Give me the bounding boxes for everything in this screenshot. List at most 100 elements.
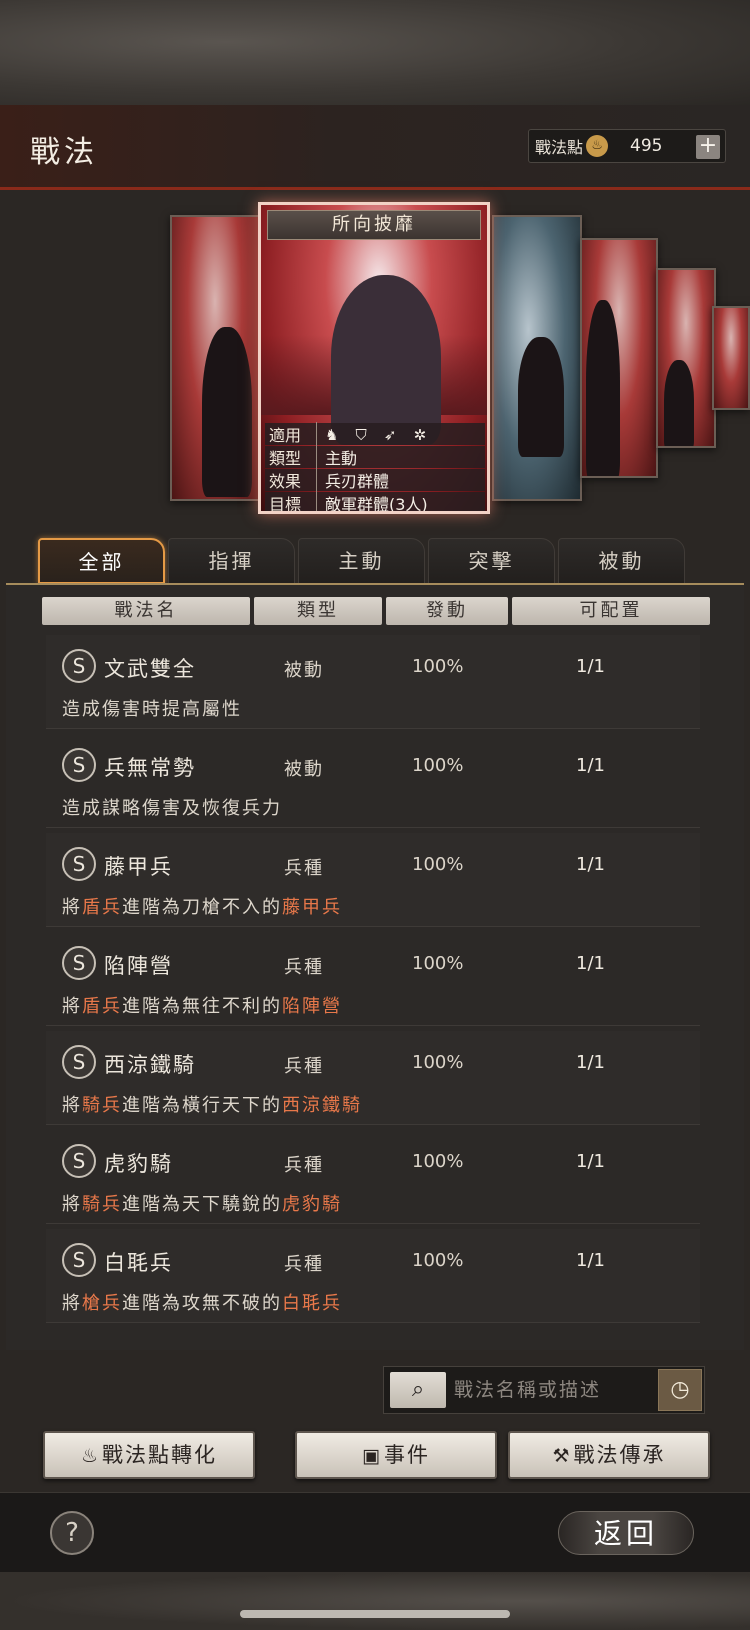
home-indicator[interactable] xyxy=(240,1610,510,1618)
bow-icon: ➶ xyxy=(383,425,397,444)
bottom-bar: ? 返回 xyxy=(0,1492,750,1572)
desc-text: 進階為無往不利的 xyxy=(122,996,282,1017)
grade-s-icon: S xyxy=(62,946,96,980)
cavalry-icon: ♞ xyxy=(325,425,339,444)
tactic-description: 造成謀略傷害及恢復兵力 xyxy=(62,794,282,820)
add-points-button[interactable]: + xyxy=(696,135,720,159)
tactic-trigger-rate: 100% xyxy=(412,1250,464,1271)
inherit-tactic-button[interactable]: ⚒戰法傳承 xyxy=(508,1431,710,1479)
tactic-card-left[interactable] xyxy=(170,215,260,501)
search-input[interactable] xyxy=(454,1373,644,1407)
desc-text: 將 xyxy=(62,1194,82,1215)
tactic-card-right-3[interactable] xyxy=(656,268,716,448)
info-row-type: 類型 主動 xyxy=(265,445,485,469)
tactic-row[interactable]: S 陷陣營 兵種 100% 1/1 將盾兵進階為無往不利的陷陣營 xyxy=(46,932,700,1026)
tactic-trigger-rate: 100% xyxy=(412,854,464,875)
tactic-trigger-rate: 100% xyxy=(412,656,464,677)
tactic-list-panel: 戰法名 類型 發動 可配置 S 文武雙全 被動 100% 1/1 造成傷害時提高屬性 S 兵無… xyxy=(6,585,744,1350)
tactic-name: 虎豹騎 xyxy=(104,1152,173,1176)
tactic-name: 文武雙全 xyxy=(104,657,196,681)
clock-icon[interactable]: ◷ xyxy=(658,1369,702,1411)
col-header-type[interactable]: 類型 xyxy=(254,597,382,625)
card-title: 所向披靡 xyxy=(267,210,481,240)
tab-assault[interactable]: 突擊 xyxy=(428,538,555,584)
grade-s-icon: S xyxy=(62,1045,96,1079)
desc-text: 造成謀略傷害及恢復兵力 xyxy=(62,798,282,819)
tactic-row[interactable]: S 兵無常勢 被動 100% 1/1 造成謀略傷害及恢復兵力 xyxy=(46,734,700,828)
tactic-description: 將槍兵進階為攻無不破的白毦兵 xyxy=(62,1289,342,1315)
desc-text: 將 xyxy=(62,1095,82,1116)
tactic-name: 陷陣營 xyxy=(104,954,173,978)
back-button[interactable]: 返回 xyxy=(558,1511,694,1555)
tactic-row[interactable]: S 文武雙全 被動 100% 1/1 造成傷害時提高屬性 xyxy=(46,635,700,729)
tactic-description: 將騎兵進階為橫行天下的西涼鐵騎 xyxy=(62,1091,362,1117)
desc-highlight: 陷陣營 xyxy=(282,996,342,1017)
tactic-card-right-2[interactable] xyxy=(580,238,658,478)
tactic-trigger-rate: 100% xyxy=(412,1151,464,1172)
magnifier-icon[interactable]: ⌕ xyxy=(390,1372,446,1408)
desc-text: 將 xyxy=(62,897,82,918)
desc-highlight: 盾兵 xyxy=(82,996,122,1017)
desc-text: 進階為攻無不破的 xyxy=(122,1293,282,1314)
help-button[interactable]: ? xyxy=(50,1511,94,1555)
points-value: 495 xyxy=(630,136,663,156)
grade-s-icon: S xyxy=(62,1243,96,1277)
desc-highlight: 藤甲兵 xyxy=(282,897,342,918)
header-bar: 戰法 戰法點 ♨ 495 + xyxy=(0,105,750,190)
spear-icon: ✲ xyxy=(413,425,427,444)
grade-s-icon: S xyxy=(62,748,96,782)
desc-text: 將 xyxy=(62,996,82,1017)
desc-text: 造成傷害時提高屬性 xyxy=(62,699,242,720)
tab-passive[interactable]: 被動 xyxy=(558,538,685,584)
tactic-type: 被動 xyxy=(284,660,324,681)
desc-highlight: 騎兵 xyxy=(82,1194,122,1215)
shield-icon: ⛉ xyxy=(355,425,367,444)
info-row-effect: 效果 兵刃群體 xyxy=(265,468,485,492)
tactic-type: 兵種 xyxy=(284,957,324,978)
tactic-slot-count: 1/1 xyxy=(576,656,605,677)
col-header-trigger[interactable]: 發動 xyxy=(386,597,508,625)
flame-icon: ♨ xyxy=(80,1445,101,1467)
tactic-card-right-4[interactable] xyxy=(712,306,750,410)
tab-all[interactable]: 全部 xyxy=(38,538,165,584)
tactic-slot-count: 1/1 xyxy=(576,1052,605,1073)
tactic-description: 將騎兵進階為天下驍銳的虎豹騎 xyxy=(62,1190,342,1216)
desc-highlight: 騎兵 xyxy=(82,1095,122,1116)
events-button[interactable]: ▣事件 xyxy=(295,1431,497,1479)
info-row-applicable: 適用 ♞ ⛉ ➶ ✲ xyxy=(265,422,485,446)
info-row-target: 目標 敵軍群體(3人) xyxy=(265,491,485,511)
tactic-name: 兵無常勢 xyxy=(104,756,196,780)
tactic-trigger-rate: 100% xyxy=(412,1052,464,1073)
tactic-description: 造成傷害時提高屬性 xyxy=(62,695,242,721)
tactic-row[interactable]: S 西涼鐵騎 兵種 100% 1/1 將騎兵進階為橫行天下的西涼鐵騎 xyxy=(46,1031,700,1125)
tactic-card-right-1[interactable] xyxy=(492,215,582,501)
tactic-description: 將盾兵進階為無往不利的陷陣營 xyxy=(62,992,342,1018)
tactic-type: 兵種 xyxy=(284,1155,324,1176)
event-icon: ▣ xyxy=(362,1445,382,1467)
tactic-row[interactable]: S 白毦兵 兵種 100% 1/1 將槍兵進階為攻無不破的白毦兵 xyxy=(46,1229,700,1323)
desc-text: 進階為天下驍銳的 xyxy=(122,1194,282,1215)
col-header-slot[interactable]: 可配置 xyxy=(512,597,710,625)
page-title: 戰法 xyxy=(30,135,98,170)
col-header-name[interactable]: 戰法名 xyxy=(42,597,250,625)
desc-highlight: 西涼鐵騎 xyxy=(282,1095,362,1116)
desc-highlight: 白毦兵 xyxy=(282,1293,342,1314)
tactic-name: 藤甲兵 xyxy=(104,855,173,879)
tactic-row[interactable]: S 虎豹騎 兵種 100% 1/1 將騎兵進階為天下驍銳的虎豹騎 xyxy=(46,1130,700,1224)
convert-points-button[interactable]: ♨戰法點轉化 xyxy=(43,1431,255,1479)
tactic-card-featured[interactable]: 所向披靡 適用 ♞ ⛉ ➶ ✲ 類型 主動 效果 兵刃群體 目標 敵軍群體(3人… xyxy=(258,202,490,514)
search-box: ⌕ ◷ xyxy=(383,1366,705,1414)
tactic-type: 被動 xyxy=(284,759,324,780)
top-decoration xyxy=(0,0,750,105)
desc-text: 進階為刀槍不入的 xyxy=(122,897,282,918)
grade-s-icon: S xyxy=(62,649,96,683)
tactic-row[interactable]: S 藤甲兵 兵種 100% 1/1 將盾兵進階為刀槍不入的藤甲兵 xyxy=(46,833,700,927)
tactic-type: 兵種 xyxy=(284,1254,324,1275)
tactic-type: 兵種 xyxy=(284,858,324,879)
tactic-name: 西涼鐵騎 xyxy=(104,1053,196,1077)
tab-command[interactable]: 指揮 xyxy=(168,538,295,584)
hammer-icon: ⚒ xyxy=(552,1445,572,1467)
points-label: 戰法點 xyxy=(535,138,584,157)
tab-active[interactable]: 主動 xyxy=(298,538,425,584)
grade-s-icon: S xyxy=(62,1144,96,1178)
